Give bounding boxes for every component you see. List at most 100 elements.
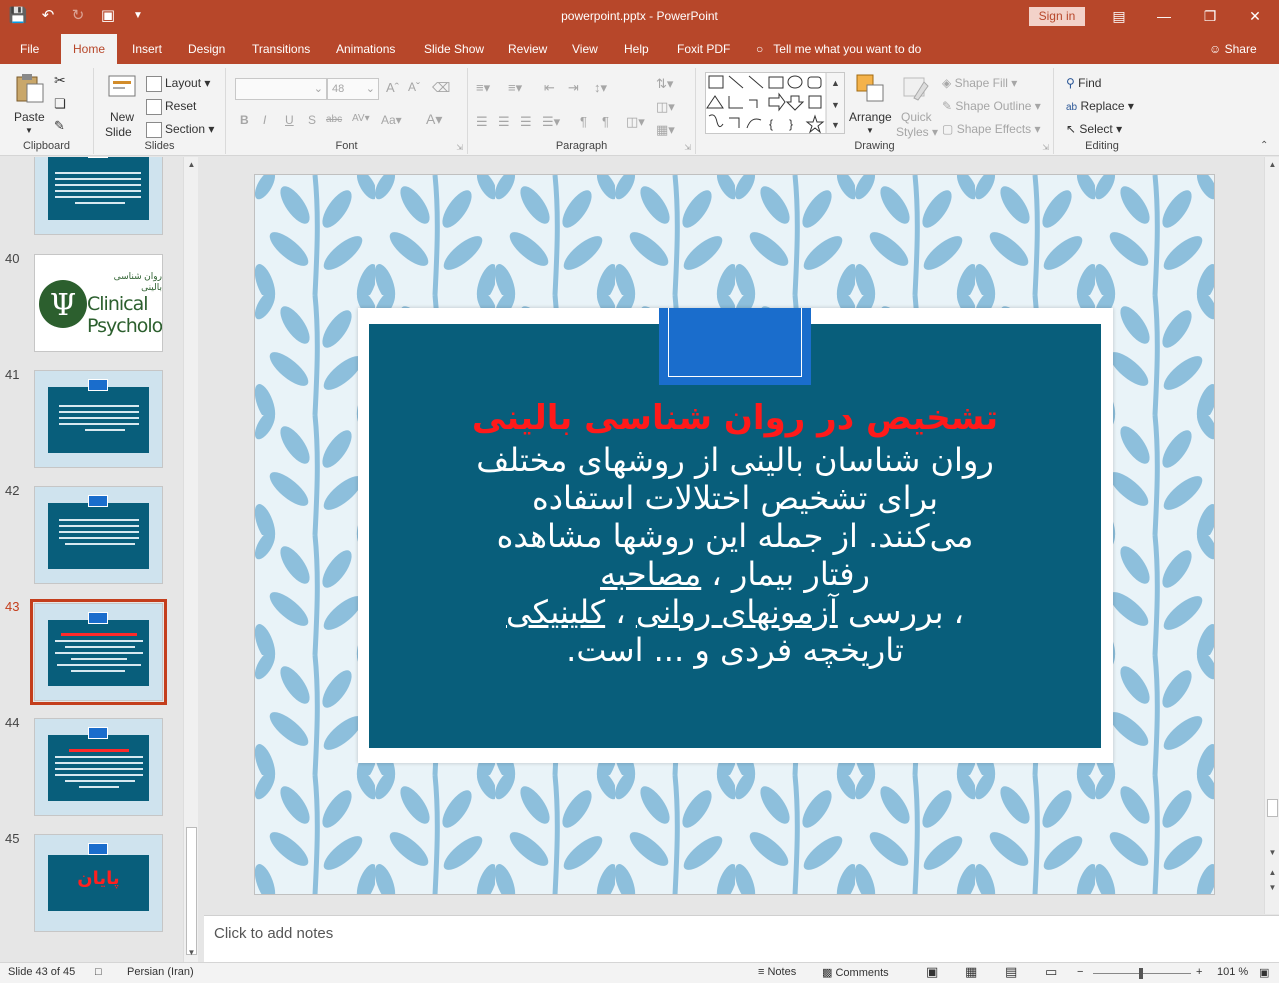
comments-toggle[interactable]: ▩ Comments bbox=[822, 966, 889, 979]
slide-thumbnail-41[interactable] bbox=[34, 370, 163, 468]
find-button[interactable]: ⚲ Find bbox=[1066, 76, 1101, 90]
slide-thumbnail-43[interactable] bbox=[30, 599, 167, 705]
underline-icon[interactable]: U bbox=[285, 113, 294, 127]
tab-slide-show[interactable]: Slide Show bbox=[416, 34, 492, 64]
tab-view[interactable]: View bbox=[564, 34, 606, 64]
sign-in-button[interactable]: Sign in bbox=[1029, 7, 1085, 26]
font-name-combo[interactable]: ⌄ bbox=[235, 78, 327, 100]
quick-styles-button[interactable]: Quick bbox=[901, 110, 932, 124]
slide-scrollbar[interactable]: ▲ ▼ ▲ ▼ bbox=[1264, 157, 1279, 914]
next-slide-icon[interactable]: ▼ bbox=[1267, 882, 1278, 893]
shrink-font-icon[interactable]: Aˇ bbox=[408, 80, 420, 94]
normal-view-icon[interactable]: ▣ bbox=[926, 964, 938, 980]
zoom-in-icon[interactable]: + bbox=[1196, 966, 1202, 978]
font-size-combo[interactable]: 48 ⌄ bbox=[327, 78, 379, 100]
change-case-icon[interactable]: Aa▾ bbox=[381, 113, 402, 127]
quick-styles-icon[interactable] bbox=[900, 72, 932, 104]
tab-foxit-pdf[interactable]: Foxit PDF bbox=[669, 34, 738, 64]
cut-icon[interactable]: ✂ bbox=[54, 72, 66, 89]
scroll-thumb[interactable] bbox=[1267, 799, 1278, 817]
line-spacing-icon[interactable]: ↕▾ bbox=[594, 80, 607, 96]
new-slide-icon[interactable] bbox=[106, 72, 138, 104]
thumbnail-scrollbar[interactable]: ▲ ▼ bbox=[183, 157, 198, 962]
reset-button[interactable]: Reset bbox=[146, 99, 196, 115]
layout-button[interactable]: Layout ▾ bbox=[146, 76, 210, 92]
new-slide-button-line2[interactable]: Slide bbox=[105, 125, 132, 139]
numbering-icon[interactable]: ≡▾ bbox=[508, 80, 522, 96]
shadow-icon[interactable]: S bbox=[308, 113, 316, 127]
previous-slide-icon[interactable]: ▲ bbox=[1267, 867, 1278, 878]
scroll-thumb[interactable] bbox=[186, 827, 197, 955]
arrange-dropdown-icon[interactable]: ▼ bbox=[866, 126, 874, 135]
increase-indent-icon[interactable]: ⇥ bbox=[568, 80, 579, 96]
arrange-button[interactable]: Arrange bbox=[849, 110, 892, 124]
shape-outline-button[interactable]: ✎ Shape Outline ▾ bbox=[942, 99, 1041, 113]
tell-me-search[interactable]: ○ Tell me what you want to do bbox=[756, 34, 921, 64]
italic-icon[interactable]: I bbox=[263, 113, 266, 127]
tab-insert[interactable]: Insert bbox=[124, 34, 170, 64]
tab-animations[interactable]: Animations bbox=[328, 34, 403, 64]
align-center-icon[interactable]: ☰ bbox=[498, 114, 510, 130]
share-button[interactable]: ☺ Share bbox=[1209, 34, 1257, 64]
quick-styles-button-line2[interactable]: Styles ▾ bbox=[896, 125, 938, 139]
slide-thumbnail-42[interactable] bbox=[34, 486, 163, 584]
justify-icon[interactable]: ☰▾ bbox=[542, 114, 560, 130]
smartart-icon[interactable]: ▦▾ bbox=[656, 122, 675, 138]
shape-effects-button[interactable]: ▢ Shape Effects ▾ bbox=[942, 122, 1041, 136]
dialog-launcher-icon[interactable]: ⇲ bbox=[1042, 143, 1049, 152]
fit-to-window-icon[interactable]: ▣ bbox=[1259, 966, 1269, 979]
align-text-icon[interactable]: ◫▾ bbox=[656, 99, 675, 115]
reading-view-icon[interactable]: ▤ bbox=[1005, 964, 1017, 980]
section-button[interactable]: Section ▾ bbox=[146, 122, 214, 138]
tab-file[interactable]: File bbox=[12, 34, 47, 64]
zoom-out-icon[interactable]: − bbox=[1077, 966, 1083, 978]
dialog-launcher-icon[interactable]: ⇲ bbox=[456, 143, 463, 152]
ribbon-display-options-icon[interactable]: ▤ bbox=[1107, 5, 1131, 27]
slide-thumbnail-45[interactable]: پایان bbox=[34, 834, 163, 932]
slide-sorter-icon[interactable]: ▦ bbox=[965, 964, 977, 980]
bullets-icon[interactable]: ≡▾ bbox=[476, 80, 490, 96]
align-right-icon[interactable]: ☰ bbox=[520, 114, 532, 130]
slide-body-text[interactable]: روان شناسان بالینی از روشهای مختلف برای … bbox=[379, 441, 1091, 669]
zoom-level[interactable]: 101 % bbox=[1217, 966, 1248, 978]
clear-formatting-icon[interactable]: ⌫ bbox=[432, 80, 450, 96]
notes-toggle[interactable]: ≡ Notes bbox=[758, 966, 796, 978]
tab-home[interactable]: Home bbox=[61, 34, 118, 64]
decrease-indent-icon[interactable]: ⇤ bbox=[544, 80, 555, 96]
dialog-launcher-icon[interactable]: ⇲ bbox=[684, 143, 691, 152]
align-left-icon[interactable]: ☰ bbox=[476, 114, 488, 130]
spelling-icon[interactable]: □ bbox=[95, 966, 102, 978]
text-direction-icon[interactable]: ⇅▾ bbox=[656, 76, 673, 92]
paste-button[interactable]: Paste bbox=[14, 110, 45, 124]
character-spacing-icon[interactable]: AV▾ bbox=[352, 113, 370, 124]
tab-transitions[interactable]: Transitions bbox=[244, 34, 318, 64]
minimize-icon[interactable]: — bbox=[1152, 5, 1176, 27]
notes-pane[interactable]: Click to add notes bbox=[204, 915, 1279, 962]
rtl-icon[interactable]: ¶ bbox=[602, 114, 609, 129]
scroll-up-icon[interactable]: ▲ bbox=[1267, 159, 1278, 170]
bold-icon[interactable]: B bbox=[240, 113, 249, 127]
shapes-gallery[interactable]: { } ▲ ▼ ▼ bbox=[705, 72, 845, 134]
language-indicator[interactable]: Persian (Iran) bbox=[127, 966, 194, 978]
ltr-icon[interactable]: ¶ bbox=[580, 114, 587, 129]
slideshow-view-icon[interactable]: ▭ bbox=[1045, 964, 1057, 980]
grow-font-icon[interactable]: Aˆ bbox=[386, 80, 399, 95]
strikethrough-icon[interactable]: abc bbox=[326, 114, 342, 125]
slide-thumbnail-39[interactable] bbox=[34, 157, 163, 235]
tab-review[interactable]: Review bbox=[500, 34, 555, 64]
select-button[interactable]: ↖ Select ▾ bbox=[1066, 122, 1122, 136]
zoom-slider-handle[interactable] bbox=[1139, 968, 1143, 979]
format-painter-icon[interactable]: ✎ bbox=[54, 118, 65, 134]
restore-icon[interactable]: ❐ bbox=[1198, 5, 1222, 27]
collapse-ribbon-icon[interactable]: ⌃ bbox=[1260, 140, 1268, 151]
tab-design[interactable]: Design bbox=[180, 34, 233, 64]
new-slide-button[interactable]: New bbox=[110, 110, 134, 124]
slide-title[interactable]: تشخیص در روان شناسی بالینی bbox=[369, 399, 1101, 437]
font-color-icon[interactable]: A▾ bbox=[426, 111, 442, 128]
copy-icon[interactable]: ❏ bbox=[54, 96, 66, 112]
paste-dropdown-icon[interactable]: ▼ bbox=[25, 126, 33, 135]
tab-help[interactable]: Help bbox=[616, 34, 657, 64]
slide-thumbnail-40[interactable]: Ψ روان شناسی بالینی Clinical Psychology bbox=[34, 254, 163, 352]
scroll-down-icon[interactable]: ▼ bbox=[186, 947, 197, 958]
scroll-down-icon[interactable]: ▼ bbox=[1267, 847, 1278, 858]
